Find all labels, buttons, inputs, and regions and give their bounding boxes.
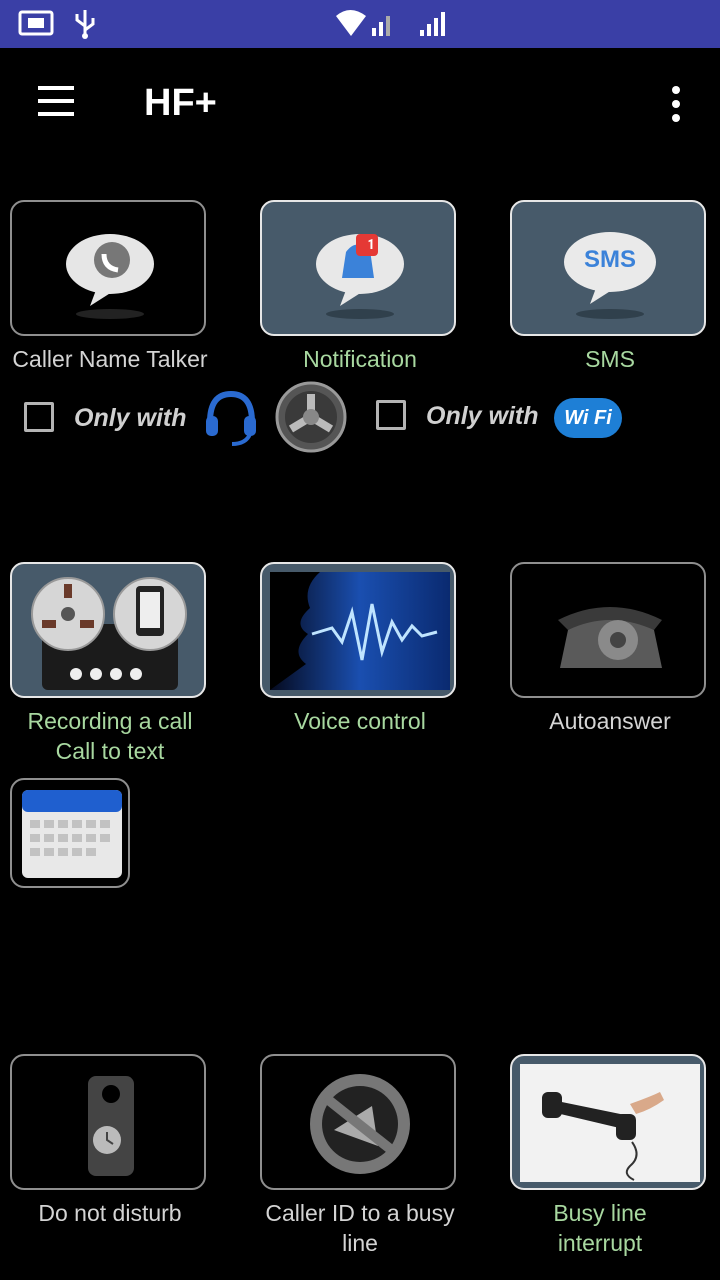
caller-name-talker-label: Caller Name Talker: [12, 346, 208, 372]
app-title: HF+: [144, 82, 217, 124]
megaphone-blocked-icon: [310, 1074, 410, 1174]
caller-name-talker-tile[interactable]: [10, 200, 206, 336]
cell-signal-icon: [420, 12, 445, 36]
door-hanger-icon: [88, 1076, 134, 1176]
caller-id-busy-label: Caller ID to a busy: [265, 1200, 455, 1226]
wifi-badge-text: Wi Fi: [564, 407, 612, 429]
headset-only-checkbox[interactable]: [24, 402, 54, 432]
settings-gear-icon[interactable]: [274, 380, 348, 454]
usb-icon: [75, 10, 95, 39]
notification-count-badge: 1: [367, 237, 375, 253]
status-bar: [0, 0, 720, 48]
headset-icon: [206, 390, 256, 446]
caller-id-busy-label-line2: line: [342, 1230, 378, 1256]
wifi-only-label: Only with: [426, 402, 539, 430]
recording-call-label: Recording a call: [27, 708, 193, 734]
sms-label: SMS: [585, 346, 635, 372]
screen-mirror-icon: [18, 10, 54, 36]
recording-call-tile[interactable]: [10, 562, 206, 698]
calendar-icon: [22, 790, 122, 878]
sms-badge-text: SMS: [583, 246, 636, 273]
notification-bell-icon: [316, 234, 404, 319]
phone-handset-icon: [520, 1064, 700, 1182]
overflow-menu-icon[interactable]: [660, 84, 692, 124]
notification-label: Notification: [303, 346, 417, 372]
sms-tile[interactable]: SMS: [510, 200, 706, 336]
call-to-text-label: Call to text: [55, 738, 165, 764]
wifi-only-checkbox[interactable]: [376, 400, 406, 430]
wifi-badge-icon: Wi Fi: [554, 398, 622, 438]
voice-wave-icon: [270, 572, 450, 690]
rotary-phone-icon: [558, 607, 662, 668]
app-bar: HF+: [0, 48, 720, 164]
busy-line-label: Busy line: [553, 1200, 647, 1226]
wifi-signal-icon: [336, 10, 390, 36]
autoanswer-label: Autoanswer: [549, 708, 671, 734]
headset-only-label: Only with: [74, 404, 187, 432]
voice-control-tile[interactable]: [260, 562, 456, 698]
caller-id-busy-tile[interactable]: [260, 1054, 456, 1190]
voice-control-label: Voice control: [294, 708, 426, 734]
interrupt-label: interrupt: [557, 1230, 643, 1256]
do-not-disturb-label: Do not disturb: [38, 1200, 182, 1226]
calendar-tile[interactable]: [10, 778, 130, 888]
autoanswer-tile[interactable]: [510, 562, 706, 698]
caller-talker-icon: [66, 234, 154, 319]
tape-recorder-icon: [31, 577, 187, 690]
busy-line-interrupt-tile[interactable]: [510, 1054, 706, 1190]
notification-tile[interactable]: 1: [260, 200, 456, 336]
menu-icon[interactable]: [30, 86, 82, 122]
do-not-disturb-tile[interactable]: [10, 1054, 206, 1190]
